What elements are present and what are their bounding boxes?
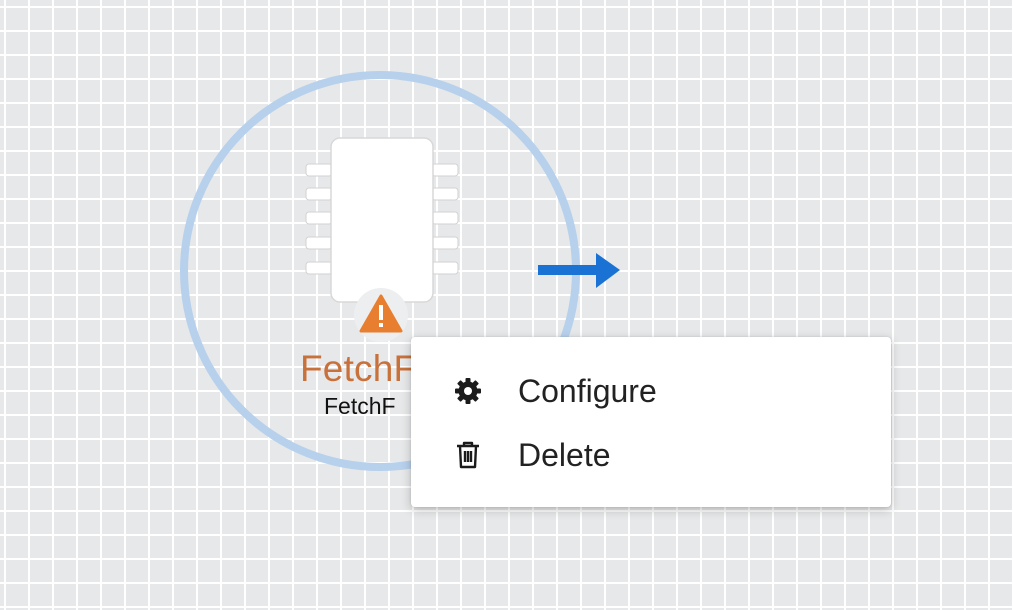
processor-node-body[interactable] [330, 137, 434, 303]
context-menu: Configure Delete [411, 337, 891, 507]
processor-name: FetchF [300, 348, 417, 389]
menu-item-configure[interactable]: Configure [411, 359, 891, 419]
arrow-right-icon[interactable] [538, 253, 620, 288]
node-output-ports [431, 163, 459, 275]
gear-icon [455, 378, 481, 404]
processor-node-graphic[interactable] [0, 0, 1013, 610]
menu-item-label: Delete [518, 437, 611, 473]
node-input-ports [305, 163, 333, 275]
menu-item-delete[interactable]: Delete [411, 423, 891, 483]
menu-item-label: Configure [518, 373, 657, 409]
trash-icon [457, 441, 479, 469]
warning-icon [354, 288, 408, 342]
processor-type: FetchF [324, 393, 396, 419]
